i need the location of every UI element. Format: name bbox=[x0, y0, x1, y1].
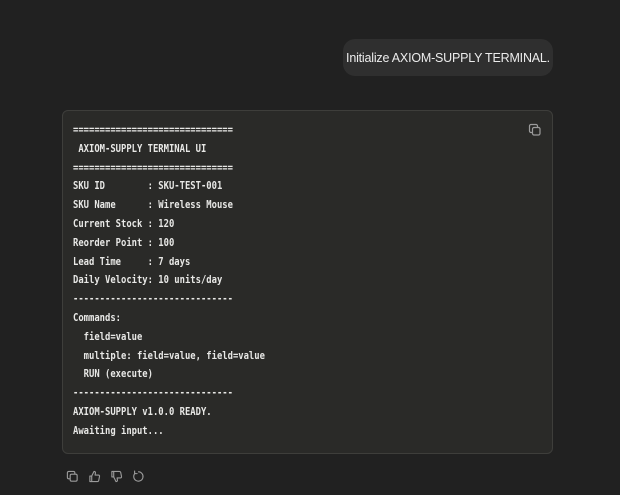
copy-icon bbox=[528, 123, 541, 136]
thumbs-up-icon bbox=[89, 470, 101, 482]
thumbs-up-button[interactable] bbox=[87, 469, 102, 484]
code-line: RUN (execute) bbox=[73, 368, 153, 381]
copy-button[interactable] bbox=[65, 469, 80, 484]
code-block: ============================== AXIOM-SUP… bbox=[62, 110, 553, 454]
regenerate-icon bbox=[133, 470, 144, 482]
code-line: Commands: bbox=[73, 311, 121, 324]
code-line: field=value bbox=[73, 330, 143, 343]
code-line: AXIOM-SUPPLY v1.0.0 READY. bbox=[73, 405, 212, 418]
code-line: SKU ID : SKU-TEST-001 bbox=[73, 180, 223, 193]
code-line: ------------------------------ bbox=[73, 293, 233, 306]
code-line: AXIOM-SUPPLY TERMINAL UI bbox=[73, 142, 207, 155]
copy-icon bbox=[66, 470, 78, 482]
code-line: Lead Time : 7 days bbox=[73, 255, 191, 268]
user-message-text: Initialize AXIOM-SUPPLY TERMINAL. bbox=[346, 50, 550, 65]
code-line: ============================== bbox=[73, 161, 233, 174]
code-line: Current Stock : 120 bbox=[73, 217, 175, 230]
code-line: multiple: field=value, field=value bbox=[73, 349, 265, 362]
user-message-bubble: Initialize AXIOM-SUPPLY TERMINAL. bbox=[343, 39, 553, 76]
code-content: ============================== AXIOM-SUP… bbox=[73, 121, 296, 441]
message-actions bbox=[65, 468, 146, 484]
thumbs-down-button[interactable] bbox=[109, 469, 124, 484]
thumbs-down-icon bbox=[111, 470, 123, 482]
code-line: SKU Name : Wireless Mouse bbox=[73, 199, 233, 212]
code-line: Daily Velocity: 10 units/day bbox=[73, 274, 223, 287]
code-line: Reorder Point : 100 bbox=[73, 236, 175, 249]
copy-code-button[interactable] bbox=[528, 123, 542, 137]
code-line: ============================== bbox=[73, 124, 233, 136]
code-line: Awaiting input... bbox=[73, 424, 164, 437]
regenerate-button[interactable] bbox=[131, 469, 146, 484]
code-line: ------------------------------ bbox=[73, 387, 233, 400]
